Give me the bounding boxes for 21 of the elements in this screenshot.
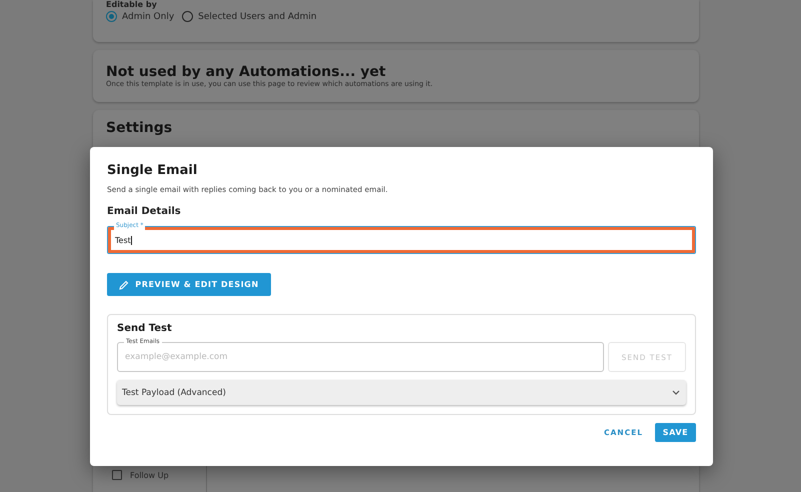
checkbox[interactable] <box>112 470 122 480</box>
checkbox-label: Follow Up <box>130 470 169 480</box>
save-button[interactable]: SAVE <box>655 423 696 442</box>
field-value: Test <box>115 236 132 244</box>
radio-label: Admin Only <box>122 12 174 22</box>
radio-option[interactable]: Admin Only <box>106 11 174 22</box>
dropdown-label: Test Payload (Advanced) <box>122 388 226 398</box>
dialog-title: Single Email <box>107 163 198 178</box>
section-title: Settings <box>106 120 174 136</box>
preview-edit-design-button[interactable]: PREVIEW & EDIT DESIGN <box>107 273 271 296</box>
radio-option[interactable]: Selected Users and Admin <box>182 11 317 22</box>
section-title: Email Details <box>107 206 182 217</box>
section-label: Editable by <box>106 0 158 9</box>
radio-icon[interactable] <box>182 11 194 22</box>
card-title: Send Test <box>117 323 173 334</box>
pencil-icon <box>119 280 130 290</box>
radio-label: Selected Users and Admin <box>198 12 317 22</box>
test-payload-dropdown[interactable]: Test Payload (Advanced) <box>117 380 686 405</box>
field-placeholder: example@example.com <box>125 352 228 362</box>
section-title: Not used by any Automations... yet <box>106 64 387 80</box>
radio-icon[interactable] <box>106 11 117 22</box>
